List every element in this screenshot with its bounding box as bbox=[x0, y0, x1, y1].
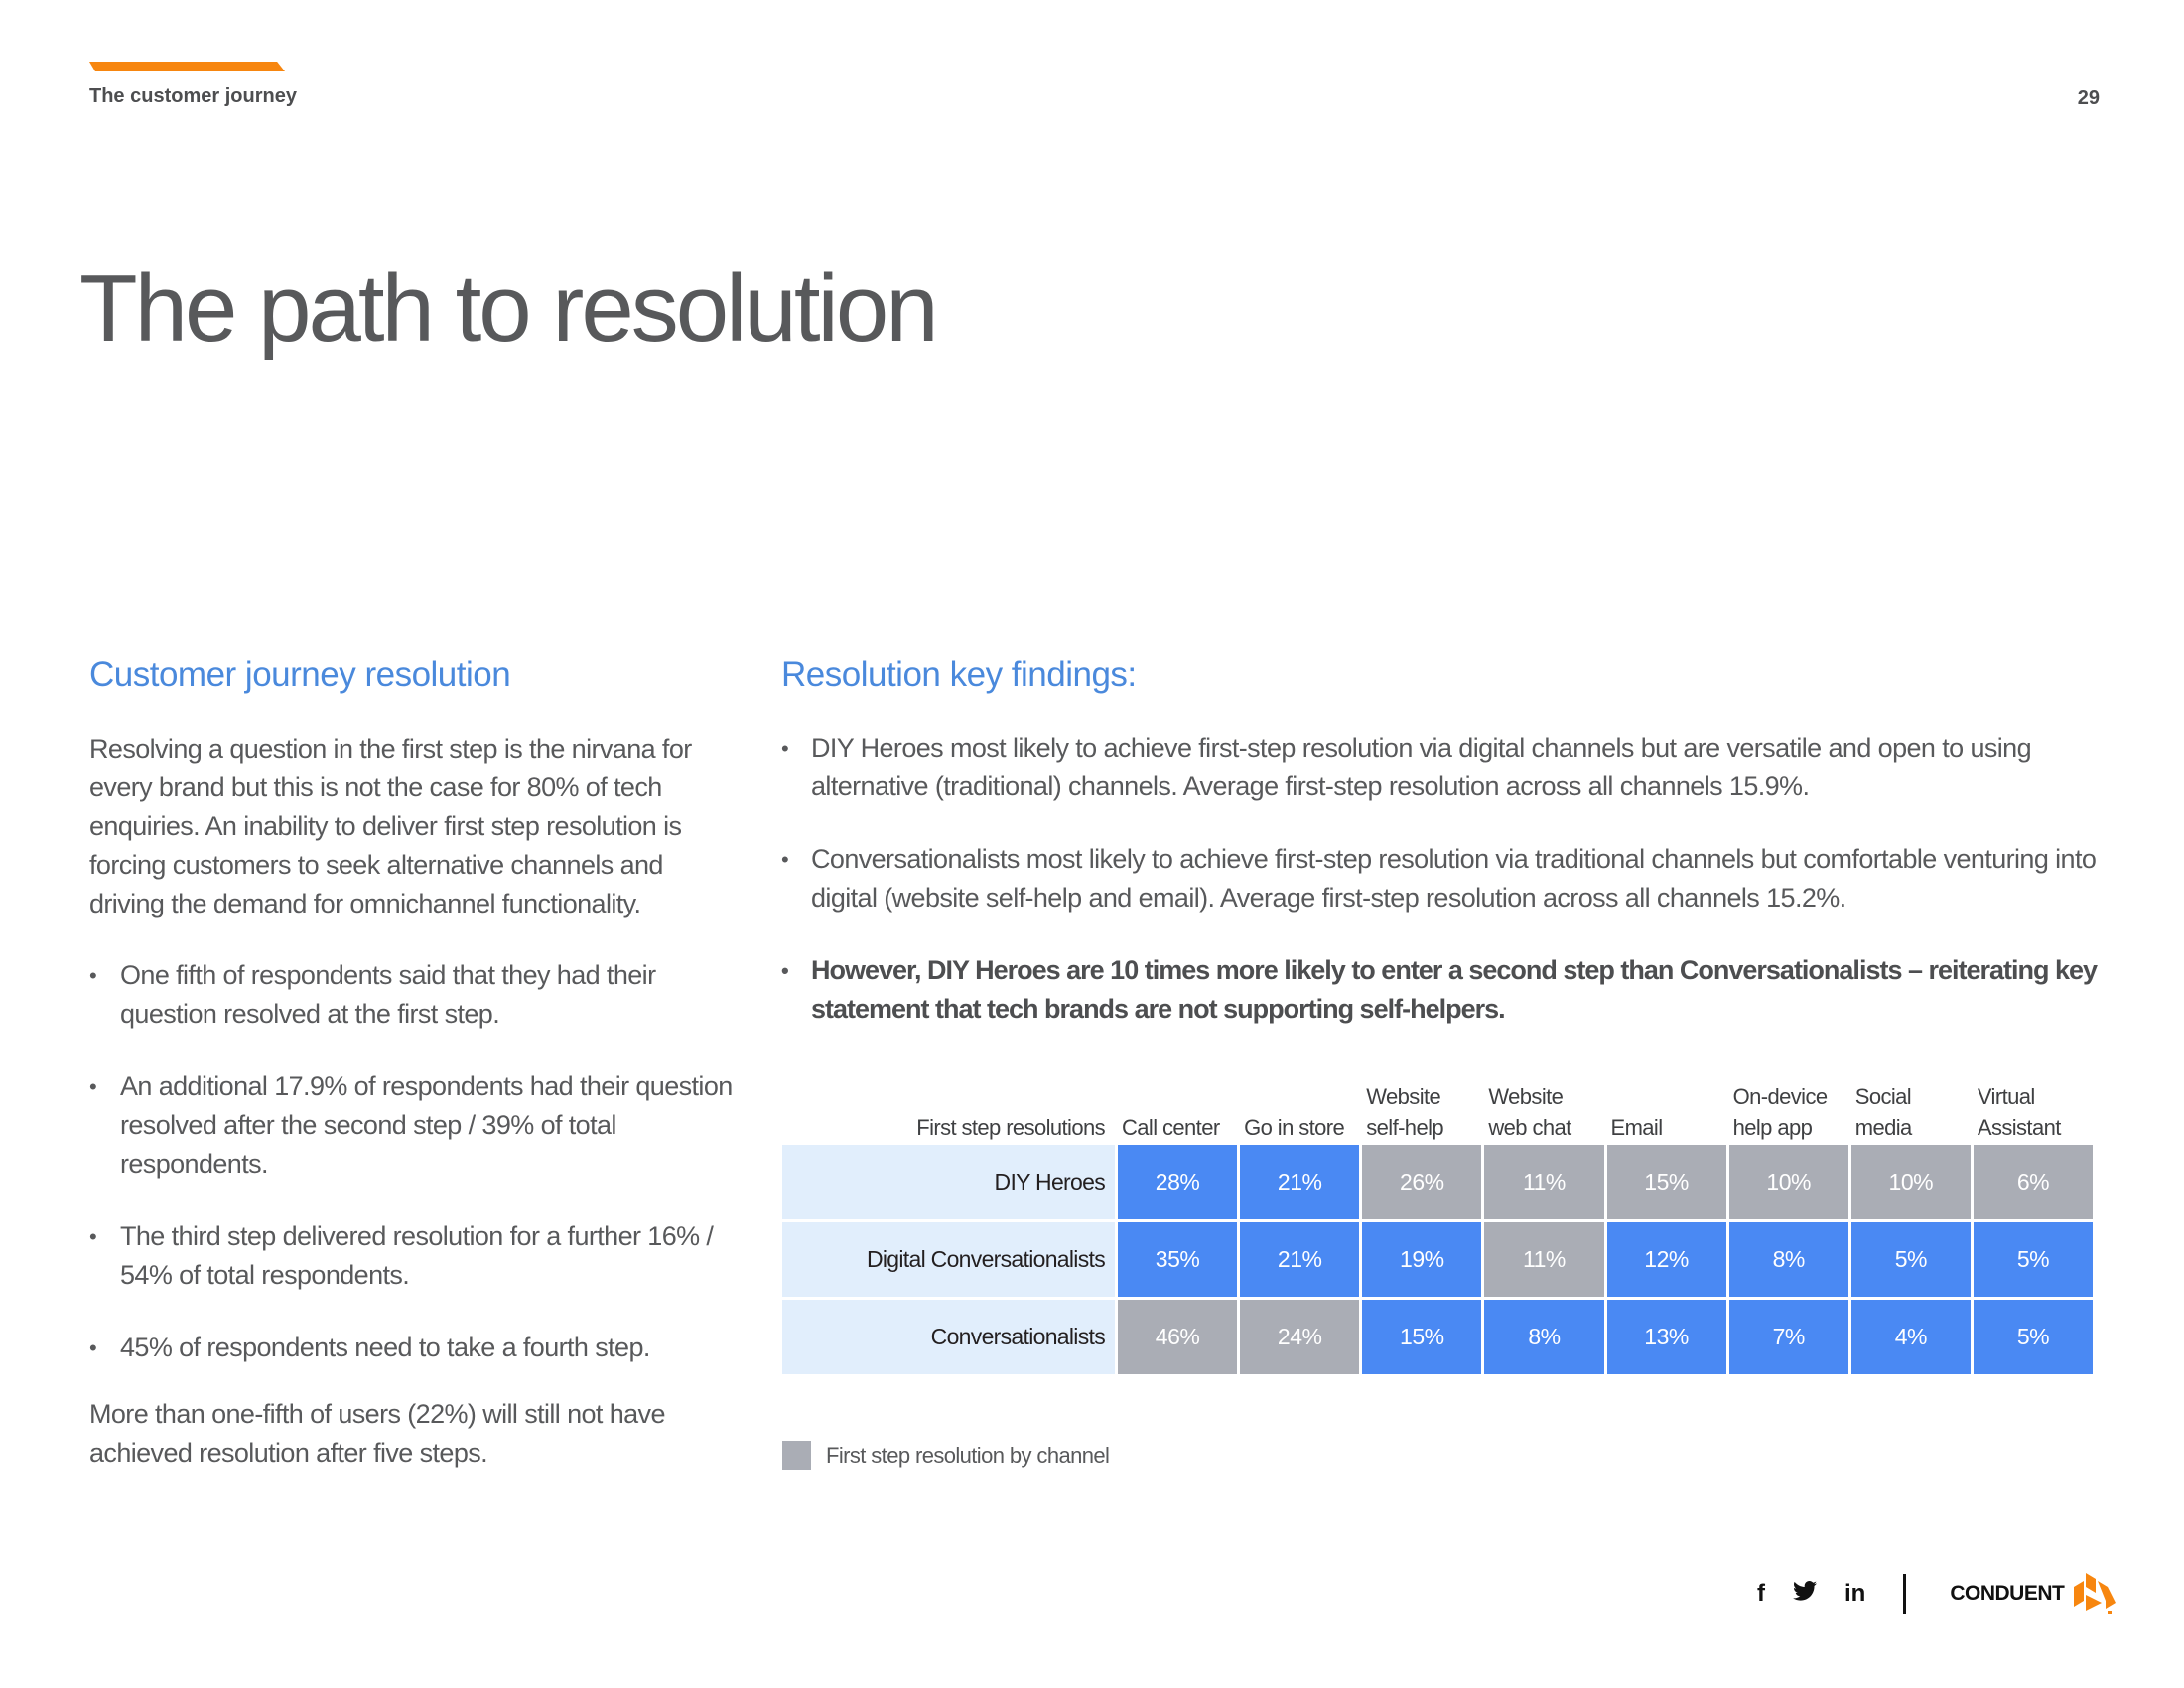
table-row: DIY Heroes 28% 21% 26% 11% 15% 10% 10% 6% bbox=[782, 1145, 2093, 1219]
table-cell: 6% bbox=[1973, 1145, 2093, 1219]
finding-item: DIY Heroes most likely to achieve first-… bbox=[781, 729, 2112, 806]
table-cell: 15% bbox=[1362, 1300, 1482, 1374]
findings-list: DIY Heroes most likely to achieve first-… bbox=[781, 729, 2112, 1029]
linkedin-icon[interactable]: in bbox=[1844, 1580, 1865, 1608]
left-column-heading: Customer journey resolution bbox=[89, 655, 511, 694]
brand-name: CONDUENT bbox=[1950, 1582, 2065, 1605]
right-column-heading: Resolution key findings: bbox=[781, 655, 1137, 694]
column-header-line bbox=[1611, 1081, 1663, 1112]
column-header: Virtual Assistant bbox=[1974, 1082, 2093, 1145]
table-cell: 13% bbox=[1606, 1300, 1726, 1374]
list-item: An additional 17.9% of respondents had t… bbox=[89, 1067, 745, 1184]
row-label: Conversationalists bbox=[782, 1300, 1115, 1374]
list-item: One fifth of respondents said that they … bbox=[89, 956, 745, 1034]
table-cell: 11% bbox=[1484, 1145, 1604, 1219]
right-column: DIY Heroes most likely to achieve first-… bbox=[781, 729, 2112, 1062]
list-item: 45% of respondents need to take a fourth… bbox=[89, 1329, 745, 1367]
table-cell: 5% bbox=[1973, 1300, 2093, 1374]
section-label: The customer journey bbox=[89, 85, 297, 107]
column-header-line: On-device bbox=[1732, 1084, 1828, 1109]
left-column: Resolving a question in the first step i… bbox=[89, 730, 745, 1473]
list-item: The third step delivered resolution for … bbox=[89, 1217, 745, 1295]
table-cell: 5% bbox=[1850, 1222, 1971, 1297]
table-cell: 19% bbox=[1362, 1222, 1482, 1297]
column-header: Website self-help bbox=[1362, 1082, 1481, 1145]
column-header-line: media bbox=[1854, 1115, 1913, 1140]
column-header-line: Go in store bbox=[1244, 1115, 1345, 1140]
column-header-line: web chat bbox=[1488, 1115, 1571, 1140]
row-label: Digital Conversationalists bbox=[782, 1222, 1115, 1297]
column-header-line: Assistant bbox=[1977, 1115, 2061, 1140]
intro-paragraph: Resolving a question in the first step i… bbox=[89, 734, 692, 918]
resolution-table: First step resolutions Call center Go in… bbox=[782, 1082, 2093, 1377]
finding-item-emphasis: However, DIY Heroes are 10 times more li… bbox=[781, 951, 2112, 1029]
column-header-line: Virtual bbox=[1977, 1084, 2035, 1109]
conduent-logo-icon bbox=[2072, 1571, 2117, 1617]
table-cell: 11% bbox=[1484, 1222, 1604, 1297]
column-header: Call center bbox=[1118, 1082, 1237, 1145]
accent-bar bbox=[89, 62, 285, 71]
column-header: Website web chat bbox=[1484, 1082, 1603, 1145]
column-header-line bbox=[1122, 1081, 1220, 1112]
column-header-line: Email bbox=[1610, 1115, 1664, 1140]
table-cell: 24% bbox=[1240, 1300, 1360, 1374]
twitter-icon[interactable] bbox=[1793, 1581, 1817, 1607]
footer: f in CONDUENT bbox=[1757, 1571, 2117, 1617]
page-title: The path to resolution bbox=[79, 255, 939, 361]
table-cell: 28% bbox=[1118, 1145, 1238, 1219]
table-row: Conversationalists 46% 24% 15% 8% 13% 7% 4% 5% bbox=[782, 1300, 2093, 1374]
table-cell: 5% bbox=[1973, 1222, 2093, 1297]
column-header-line: Social bbox=[1854, 1084, 1912, 1109]
column-header-line bbox=[1244, 1081, 1344, 1112]
table-row: Digital Conversationalists 35% 21% 19% 11% 12… bbox=[782, 1222, 2093, 1297]
footer-divider bbox=[1903, 1574, 1907, 1614]
finding-item: Conversationalists most likely to achiev… bbox=[781, 840, 2112, 917]
column-header: Email bbox=[1607, 1082, 1726, 1145]
table-cell: 10% bbox=[1850, 1145, 1971, 1219]
table-cell: 26% bbox=[1362, 1145, 1482, 1219]
table-cell: 12% bbox=[1606, 1222, 1726, 1297]
column-header-line: Website bbox=[1488, 1084, 1564, 1109]
table-cell: 35% bbox=[1118, 1222, 1238, 1297]
table-title: First step resolutions bbox=[916, 1115, 1105, 1140]
table-cell: 8% bbox=[1484, 1300, 1604, 1374]
column-header: Go in store bbox=[1240, 1082, 1359, 1145]
column-header-line: help app bbox=[1732, 1115, 1813, 1140]
table-cell: 21% bbox=[1240, 1145, 1360, 1219]
table-cell: 8% bbox=[1728, 1222, 1848, 1297]
column-header: On-device help app bbox=[1729, 1082, 1848, 1145]
column-header-line: Call center bbox=[1122, 1115, 1220, 1140]
table-header: First step resolutions Call center Go in… bbox=[782, 1082, 2093, 1145]
table-body: DIY Heroes 28% 21% 26% 11% 15% 10% 10% 6% Digital… bbox=[782, 1145, 2093, 1374]
column-header-line: Website bbox=[1366, 1084, 1441, 1109]
page-number: 29 bbox=[2077, 87, 2100, 109]
table-cell: 15% bbox=[1606, 1145, 1726, 1219]
closing-paragraph: More than one-fifth of users (22%) will … bbox=[89, 1399, 665, 1468]
legend-label: First step resolution by channel bbox=[826, 1442, 1110, 1468]
row-label: DIY Heroes bbox=[782, 1145, 1115, 1219]
table-cell: 7% bbox=[1728, 1300, 1848, 1374]
facebook-icon[interactable]: f bbox=[1757, 1580, 1765, 1608]
table-cell: 10% bbox=[1728, 1145, 1848, 1219]
column-header: Social media bbox=[1851, 1082, 1971, 1145]
column-header-line: self-help bbox=[1366, 1115, 1444, 1140]
table-cell: 21% bbox=[1240, 1222, 1360, 1297]
table-cell: 4% bbox=[1850, 1300, 1971, 1374]
table-cell: 46% bbox=[1118, 1300, 1238, 1374]
legend-swatch bbox=[782, 1441, 811, 1470]
left-bullet-list: One fifth of respondents said that they … bbox=[89, 956, 745, 1367]
legend: First step resolution by channel bbox=[782, 1441, 1110, 1470]
